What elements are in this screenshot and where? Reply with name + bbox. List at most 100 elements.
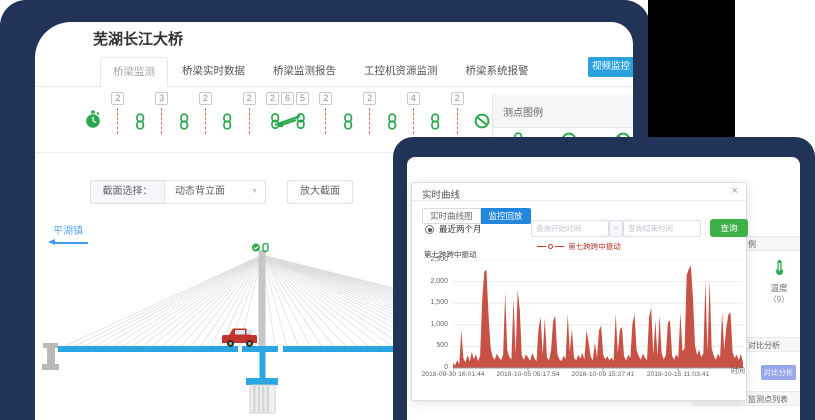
sensor-count-badge[interactable]: 2: [363, 92, 376, 105]
main-tab-0[interactable]: 桥梁监测: [100, 57, 168, 87]
sensor-icon-item: [387, 92, 397, 130]
sensor-icon-item: [179, 92, 189, 130]
abutment: [42, 343, 59, 370]
y-tick-label: 1,000: [430, 321, 448, 328]
sensor-count-badge[interactable]: 2: [319, 92, 332, 105]
link-icon[interactable]: [135, 113, 145, 130]
temperature-label: 温度: [757, 282, 800, 294]
link-icon[interactable]: [179, 113, 189, 130]
legend-label: 第七跨跨中振动: [568, 241, 621, 252]
sensor-icon-item: [85, 92, 101, 129]
tools-icon[interactable]: [270, 111, 306, 129]
sensor-count-badge[interactable]: 5: [296, 92, 309, 105]
legend-marker-icon: [548, 244, 553, 249]
legend-panel-title: 测点图例: [503, 104, 543, 119]
realtime-curve-dialog: 实时曲线 × 实时曲线图 监控回放 最近两个月 - 查询 第七跨跨中振动 第七跨…: [411, 182, 747, 401]
sensor-point: 2: [451, 92, 464, 134]
y-tick-label: 2,000: [430, 278, 448, 285]
section-select-value: 动态背立面: [175, 186, 225, 197]
sensor-icon-item: [222, 92, 232, 130]
x-axis-labels: 2018-09-30 16:01:442018-10-05 05:17:5420…: [453, 371, 743, 381]
main-tab-bar: 桥梁监测桥梁实时数据桥梁监测报告工控机资源监测桥梁系统报警: [100, 57, 543, 87]
video-monitor-button[interactable]: 视频监控: [588, 57, 633, 77]
sensor-icon-item: [474, 92, 490, 129]
dialog-tab-bar: 实时曲线图 监控回放: [422, 208, 531, 224]
temperature-count: （9）: [757, 294, 800, 305]
main-tab-2[interactable]: 桥梁监测报告: [259, 57, 350, 87]
zoom-section-button[interactable]: 放大截面: [287, 180, 353, 204]
y-axis-labels: 05001,0001,5002,0002,500: [416, 260, 450, 368]
bridge-pier: [246, 352, 278, 413]
sensor-dash-line: [325, 108, 326, 134]
vibration-chart: [453, 260, 743, 371]
section-select-dropdown[interactable]: 动态背立面 ▼: [164, 180, 266, 204]
link-icon[interactable]: [430, 113, 440, 130]
sensor-icon-item: [135, 92, 145, 130]
link-icon[interactable]: [387, 113, 397, 130]
y-tick-label: 2,500: [430, 256, 448, 263]
tab-monitor-playback[interactable]: 监控回放: [481, 208, 531, 224]
x-tick-label: 2018-10-05 05:17:54: [488, 371, 568, 378]
sensor-count-badge[interactable]: 2: [266, 92, 279, 105]
sensor-count-badge[interactable]: 2: [111, 92, 124, 105]
sensor-dash-line: [413, 108, 414, 134]
sensor-count-badge[interactable]: 2: [451, 92, 464, 105]
legend-panel-header: 测点图例: [492, 94, 633, 128]
sensor-dash-line: [161, 108, 162, 134]
panel-divider: [492, 94, 493, 138]
overlay-window: 例 温度 （9） 对比分析 对比分析 监测点列表 实时曲线 ×: [407, 157, 800, 420]
sensor-count-badge[interactable]: 6: [281, 92, 294, 105]
sensor-icon-item: [430, 92, 440, 130]
range-separator: -: [609, 220, 623, 237]
x-tick-label: 2018-10-15 11:03:41: [638, 371, 718, 378]
sensor-point: 2: [319, 92, 332, 134]
chevron-down-icon: ▼: [251, 181, 258, 203]
sensor-dash-line: [457, 108, 458, 134]
bridge-tower: [259, 250, 266, 347]
sensor-count-badge[interactable]: 2: [199, 92, 212, 105]
close-icon[interactable]: ×: [732, 185, 738, 197]
link-icon[interactable]: [222, 113, 232, 130]
dialog-title: 实时曲线: [422, 187, 460, 201]
recent-range-radio[interactable]: [425, 225, 434, 234]
sensor-point: 2: [199, 92, 212, 134]
tab-realtime-curve[interactable]: 实时曲线图: [422, 208, 481, 224]
main-tab-4[interactable]: 桥梁系统报警: [452, 57, 543, 87]
sensor-point: 3: [155, 92, 168, 134]
stopwatch-icon[interactable]: [85, 110, 101, 129]
dialog-title-divider: [412, 200, 746, 201]
sensor-point: 4: [407, 92, 420, 134]
thermometer-icon: [774, 259, 785, 276]
query-button[interactable]: 查询: [710, 219, 748, 237]
temperature-block[interactable]: 温度 （9）: [757, 259, 800, 305]
sensor-dash-line: [369, 108, 370, 134]
y-tick-label: 1,500: [430, 299, 448, 306]
sensor-point: 2: [111, 92, 124, 134]
screenshot-stage: 芜湖长江大桥 桥梁监测桥梁实时数据桥梁监测报告工控机资源监测桥梁系统报警 视频监…: [0, 0, 815, 420]
sensor-dash-line: [117, 108, 118, 134]
sensor-count-badge[interactable]: 4: [407, 92, 420, 105]
query-start-input[interactable]: [531, 220, 609, 237]
compare-analysis-button[interactable]: 对比分析: [761, 365, 796, 380]
ban-icon[interactable]: [474, 113, 490, 129]
recent-range-label: 最近两个月: [439, 223, 482, 235]
section-select-label: 截面选择：: [90, 180, 164, 204]
query-end-input[interactable]: [623, 220, 701, 237]
y-tick-label: 0: [444, 364, 448, 371]
sensor-point: 2: [243, 92, 256, 134]
sensor-icon-item: [343, 92, 353, 130]
sensor-cluster: 265: [266, 92, 309, 129]
direction-label: 平湖镇: [53, 222, 83, 237]
main-tab-1[interactable]: 桥梁实时数据: [168, 57, 259, 87]
x-tick-label: 2018-09-30 16:01:44: [413, 371, 493, 378]
sensor-count-badge[interactable]: 3: [155, 92, 168, 105]
link-icon[interactable]: [343, 113, 353, 130]
main-tab-3[interactable]: 工控机资源监测: [350, 57, 452, 87]
x-axis-name: 时间: [731, 366, 745, 376]
overlay-window-frame: 例 温度 （9） 对比分析 对比分析 监测点列表 实时曲线 ×: [393, 137, 815, 420]
sensor-count-badge[interactable]: 2: [243, 92, 256, 105]
y-tick-label: 500: [436, 342, 448, 349]
sensor-point: 2: [363, 92, 376, 134]
sensor-dash-line: [249, 108, 250, 134]
page-title: 芜湖长江大桥: [93, 28, 183, 49]
